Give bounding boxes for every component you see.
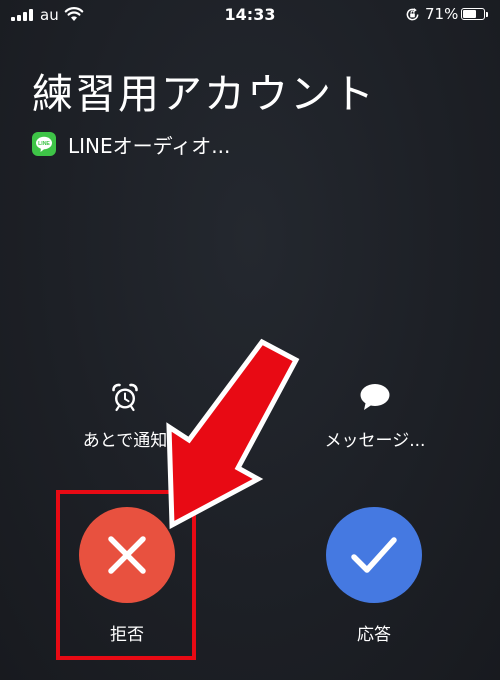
call-app-label: LINEオーディオ... [68,133,231,158]
accept-button[interactable] [326,507,422,603]
orientation-lock-icon [406,7,419,21]
message-button[interactable]: メッセージ... [305,382,445,451]
annotation-arrow-icon [166,338,300,530]
line-app-icon: LINE [32,132,56,156]
battery-percentage: 71% [425,5,459,23]
battery-icon [461,8,485,20]
alarm-clock-icon [112,383,138,412]
status-bar: au 14:33 71% [0,0,500,32]
battery-level [463,10,477,18]
speech-bubble-icon [360,384,390,410]
line-icon-text: LINE [38,141,50,147]
accept-label: 応答 [357,625,391,645]
battery-tip [486,11,488,17]
message-label: メッセージ... [324,431,426,451]
call-app-row: LINE LINEオーディオ... [32,131,231,158]
checkmark-icon [351,537,397,573]
caller-name: 練習用アカウント [32,70,376,118]
